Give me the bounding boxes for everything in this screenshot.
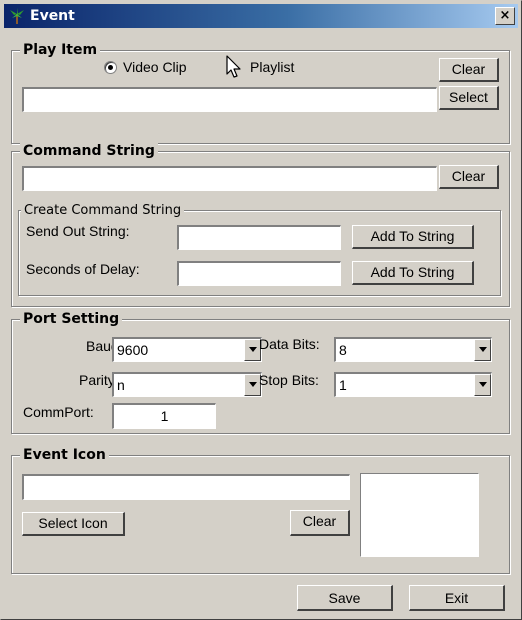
play-item-select-button[interactable]: Select [439,86,499,110]
stop-bits-select[interactable]: 1 [334,372,492,397]
playlist-label[interactable]: Playlist [250,59,294,75]
baud-select[interactable]: 9600 [112,337,262,362]
parity-select[interactable]: n [112,372,262,397]
create-command-string-group: Create Command String Send Out String: A… [18,202,501,296]
stop-bits-label: Stop Bits: [259,372,319,388]
play-item-clear-button[interactable]: Clear [439,58,499,82]
comm-port-label: CommPort: [23,404,94,420]
dialog-body: Play Item Video Clip Playlist Clear Sele… [4,30,518,616]
title-bar[interactable]: Event × [4,4,518,28]
event-icon-group: Event Icon Select Icon Clear [11,446,510,574]
app-palm-icon [8,7,26,25]
send-out-string-label: Send Out String: [26,223,130,239]
event-icon-clear-button[interactable]: Clear [290,510,350,536]
mouse-cursor-icon [226,55,242,83]
port-setting-group: Port Setting Baud: 9600 Data Bits: 8 Par… [11,310,510,434]
stop-bits-value: 1 [339,377,347,393]
event-window: Event × Play Item Video Clip Playlist Cl… [0,0,522,620]
baud-value: 9600 [117,342,149,358]
command-string-field[interactable] [22,166,437,191]
data-bits-select[interactable]: 8 [334,337,492,362]
dropdown-arrow-icon[interactable] [474,374,491,396]
comm-port-field[interactable]: 1 [112,403,216,429]
close-button[interactable]: × [495,7,515,25]
play-item-group: Play Item Video Clip Playlist Clear Sele… [11,41,510,144]
video-clip-radio[interactable] [104,61,117,74]
command-string-group-label: Command String [20,142,158,160]
command-string-clear-button[interactable]: Clear [439,165,499,189]
seconds-of-delay-field[interactable] [177,261,341,286]
add-delay-to-string-button[interactable]: Add To String [352,261,474,285]
parity-value: n [117,377,125,393]
event-icon-preview [360,473,479,557]
add-send-out-to-string-button[interactable]: Add To String [352,225,474,249]
create-command-string-label: Create Command String [21,202,185,220]
play-item-group-label: Play Item [20,41,101,59]
save-button[interactable]: Save [297,585,393,611]
video-clip-label[interactable]: Video Clip [123,59,187,75]
data-bits-value: 8 [339,342,347,358]
select-icon-button[interactable]: Select Icon [22,512,125,536]
data-bits-label: Data Bits: [259,336,320,352]
close-icon: × [499,8,511,23]
command-string-group: Command String Clear Create Command Stri… [11,142,510,307]
seconds-of-delay-label: Seconds of Delay: [26,261,140,277]
dropdown-arrow-icon[interactable] [474,339,491,361]
play-item-path-field[interactable] [22,87,437,112]
event-icon-group-label: Event Icon [20,446,109,464]
exit-button[interactable]: Exit [409,585,505,611]
event-icon-path-field[interactable] [22,474,350,500]
window-title: Event [30,8,75,24]
port-setting-group-label: Port Setting [20,310,123,328]
send-out-string-field[interactable] [177,225,341,250]
